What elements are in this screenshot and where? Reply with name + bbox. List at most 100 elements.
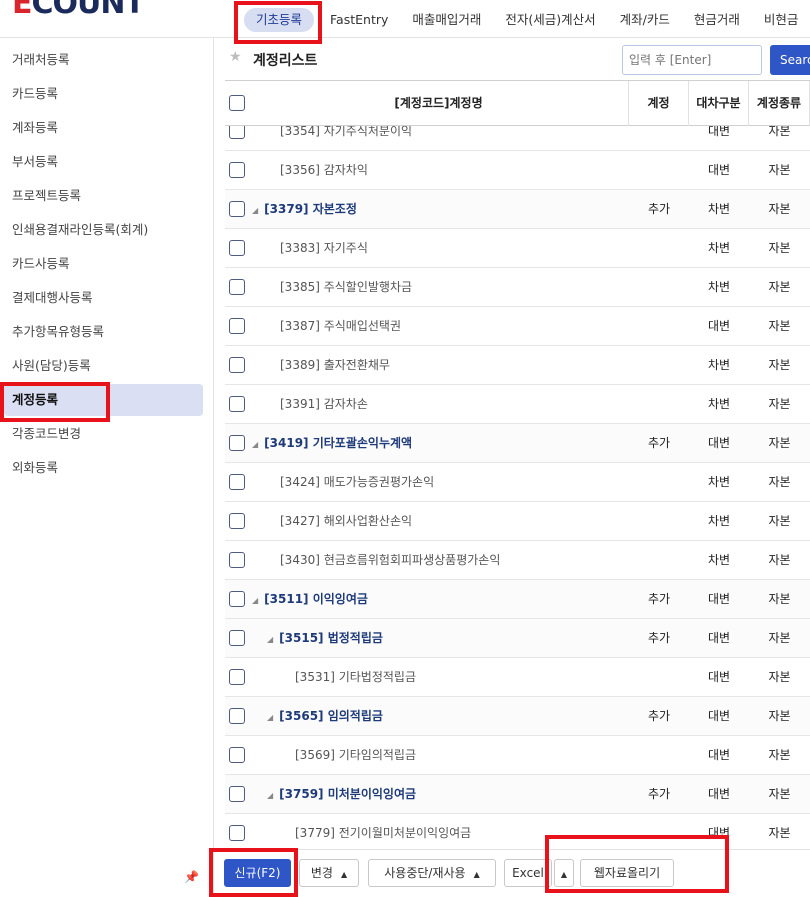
account-name[interactable]: [3379] 자본조정 bbox=[264, 202, 357, 216]
table-row[interactable]: [3424] 매도가능증권평가손익 차변 자본 bbox=[225, 463, 810, 502]
column-header-account[interactable]: 계정 bbox=[629, 81, 689, 126]
account-name[interactable]: [3387] 주식매입선택권 bbox=[280, 319, 401, 333]
debit-credit-cell: 차변 bbox=[707, 202, 731, 216]
table-row[interactable]: [3569] 기타임의적립금 대변 자본 bbox=[225, 736, 810, 775]
menu-non-cash[interactable]: 비현금 bbox=[752, 8, 810, 32]
new-button[interactable]: 신규(F2) bbox=[224, 859, 291, 887]
sidebar-item-account[interactable]: 계정등록 bbox=[4, 384, 203, 416]
row-checkbox[interactable] bbox=[229, 279, 245, 295]
search-input[interactable] bbox=[622, 45, 762, 75]
search-button[interactable]: Search bbox=[770, 45, 810, 75]
select-all-checkbox[interactable] bbox=[229, 95, 245, 111]
table-row[interactable]: [3531] 기타법정적립금 대변 자본 bbox=[225, 658, 810, 697]
sidebar-item-customer[interactable]: 거래처등록 bbox=[4, 44, 203, 76]
row-checkbox[interactable] bbox=[229, 357, 245, 373]
menu-basic-registration[interactable]: 기초등록 bbox=[244, 8, 315, 32]
account-name[interactable]: [3391] 감자차손 bbox=[280, 397, 368, 411]
account-name[interactable]: [3565] 임의적립금 bbox=[279, 709, 383, 723]
account-name[interactable]: [3424] 매도가능증권평가손익 bbox=[280, 475, 434, 489]
sidebar-item-project[interactable]: 프로젝트등록 bbox=[4, 180, 203, 212]
menu-account-card[interactable]: 계좌/카드 bbox=[608, 8, 682, 32]
row-checkbox[interactable] bbox=[229, 591, 245, 607]
account-name[interactable]: [3389] 출자전환채무 bbox=[280, 358, 390, 372]
row-checkbox[interactable] bbox=[229, 513, 245, 529]
column-header-account-name[interactable]: [계정코드]계정명 bbox=[249, 81, 629, 126]
table-row[interactable]: [3387] 주식매입선택권 대변 자본 bbox=[225, 307, 810, 346]
account-name[interactable]: [3356] 감자차익 bbox=[280, 163, 368, 177]
account-name[interactable]: [3759] 미처분이익잉여금 bbox=[279, 787, 416, 801]
table-row[interactable]: ◢ [3515] 법정적립금 추가 대변 자본 bbox=[225, 619, 810, 658]
expand-caret-icon[interactable]: ◢ bbox=[267, 776, 273, 815]
row-checkbox[interactable] bbox=[229, 552, 245, 568]
sidebar-item-employee[interactable]: 사원(담당)등록 bbox=[4, 350, 203, 382]
row-checkbox[interactable] bbox=[229, 669, 245, 685]
menu-fastentry[interactable]: FastEntry bbox=[318, 8, 400, 32]
table-row[interactable]: [3430] 현금흐름위험회피파생상품평가손익 차변 자본 bbox=[225, 541, 810, 580]
row-checkbox[interactable] bbox=[229, 162, 245, 178]
row-checkbox[interactable] bbox=[229, 201, 245, 217]
row-checkbox[interactable] bbox=[229, 825, 245, 841]
row-checkbox[interactable] bbox=[229, 747, 245, 763]
favorite-star-icon[interactable]: ★ bbox=[229, 49, 242, 65]
account-name[interactable]: [3531] 기타법정적립금 bbox=[295, 670, 416, 684]
caret-up-icon: ▲ bbox=[560, 870, 568, 879]
change-button[interactable]: 변경 ▲ bbox=[299, 859, 359, 887]
table-row[interactable]: [3356] 감자차익 대변 자본 bbox=[225, 151, 810, 190]
menu-cash-transaction[interactable]: 현금거래 bbox=[682, 8, 752, 32]
table-row[interactable]: ◢ [3759] 미처분이익잉여금 추가 대변 자본 bbox=[225, 775, 810, 814]
menu-e-invoice[interactable]: 전자(세금)계산서 bbox=[493, 8, 607, 32]
table-row[interactable]: ◢ [3511] 이익잉여금 추가 대변 자본 bbox=[225, 580, 810, 619]
expand-caret-icon[interactable]: ◢ bbox=[252, 191, 258, 230]
web-upload-button[interactable]: 웹자료올리기 bbox=[580, 859, 674, 887]
sidebar-item-code-change[interactable]: 각종코드변경 bbox=[4, 418, 203, 450]
row-checkbox[interactable] bbox=[229, 396, 245, 412]
expand-caret-icon[interactable]: ◢ bbox=[267, 620, 273, 659]
menu-sales-purchase[interactable]: 매출매입거래 bbox=[400, 8, 493, 32]
table-row[interactable]: [3391] 감자차손 차변 자본 bbox=[225, 385, 810, 424]
account-name[interactable]: [3515] 법정적립금 bbox=[279, 631, 383, 645]
column-header-debit-credit[interactable]: 대차구분 bbox=[689, 81, 749, 126]
account-name[interactable]: [3511] 이익잉여금 bbox=[264, 592, 368, 606]
excel-dropdown-button[interactable]: ▲ bbox=[554, 859, 574, 887]
row-checkbox[interactable] bbox=[229, 474, 245, 490]
table-row[interactable]: ◢ [3565] 임의적립금 추가 대변 자본 bbox=[225, 697, 810, 736]
table-row[interactable]: ◢ [3419] 기타포괄손익누계액 추가 대변 자본 bbox=[225, 424, 810, 463]
account-name-cell: ◢ [3511] 이익잉여금 bbox=[252, 580, 368, 619]
sidebar-item-department[interactable]: 부서등록 bbox=[4, 146, 203, 178]
account-name[interactable]: [3427] 해외사업환산손익 bbox=[280, 514, 412, 528]
row-checkbox[interactable] bbox=[229, 630, 245, 646]
account-name[interactable]: [3419] 기타포괄손익누계액 bbox=[264, 436, 412, 450]
sidebar-item-extra-field-type[interactable]: 추가항목유형등록 bbox=[4, 316, 203, 348]
sidebar-item-bank-account[interactable]: 계좌등록 bbox=[4, 112, 203, 144]
row-checkbox[interactable] bbox=[229, 318, 245, 334]
table-row[interactable]: [3383] 자기주식 차변 자본 bbox=[225, 229, 810, 268]
account-name[interactable]: [3383] 자기주식 bbox=[280, 241, 368, 255]
account-name[interactable]: [3569] 기타임의적립금 bbox=[295, 748, 416, 762]
account-name[interactable]: [3354] 자기주식처분이익 bbox=[280, 124, 412, 138]
excel-button[interactable]: Excel bbox=[504, 859, 552, 887]
account-name[interactable]: [3385] 주식할인발행차금 bbox=[280, 280, 412, 294]
row-checkbox[interactable] bbox=[229, 435, 245, 451]
expand-caret-icon[interactable]: ◢ bbox=[267, 698, 273, 737]
expand-caret-icon[interactable]: ◢ bbox=[252, 425, 258, 464]
sidebar-item-currency[interactable]: 외화등록 bbox=[4, 452, 203, 484]
suspend-reuse-button[interactable]: 사용중단/재사용 ▲ bbox=[368, 859, 496, 887]
table-row[interactable]: [3385] 주식할인발행차금 차변 자본 bbox=[225, 268, 810, 307]
sidebar-item-card[interactable]: 카드등록 bbox=[4, 78, 203, 110]
footer-toolbar: 신규(F2) 변경 ▲ 사용중단/재사용 ▲ Excel ▲ 웹자료올리기 bbox=[214, 849, 810, 897]
expand-caret-icon[interactable]: ◢ bbox=[252, 581, 258, 620]
sidebar-item-card-company[interactable]: 카드사등록 bbox=[4, 248, 203, 280]
account-name[interactable]: [3430] 현금흐름위험회피파생상품평가손익 bbox=[280, 553, 500, 567]
row-checkbox[interactable] bbox=[229, 786, 245, 802]
row-checkbox[interactable] bbox=[229, 240, 245, 256]
table-row[interactable]: [3389] 출자전환채무 차변 자본 bbox=[225, 346, 810, 385]
table-row[interactable]: ◢ [3379] 자본조정 추가 차변 자본 bbox=[225, 190, 810, 229]
sidebar-item-approval-line[interactable]: 인쇄용결재라인등록(회계) bbox=[4, 214, 203, 246]
pin-icon[interactable]: 📌 bbox=[184, 870, 199, 884]
row-checkbox[interactable] bbox=[229, 708, 245, 724]
column-header-account-type[interactable]: 계정종류 bbox=[749, 81, 810, 126]
table-row[interactable]: [3779] 전기이월미처분이익잉여금 대변 자본 bbox=[225, 814, 810, 850]
account-name[interactable]: [3779] 전기이월미처분이익잉여금 bbox=[295, 826, 471, 840]
table-row[interactable]: [3427] 해외사업환산손익 차변 자본 bbox=[225, 502, 810, 541]
sidebar-item-payment-agency[interactable]: 결제대행사등록 bbox=[4, 282, 203, 314]
